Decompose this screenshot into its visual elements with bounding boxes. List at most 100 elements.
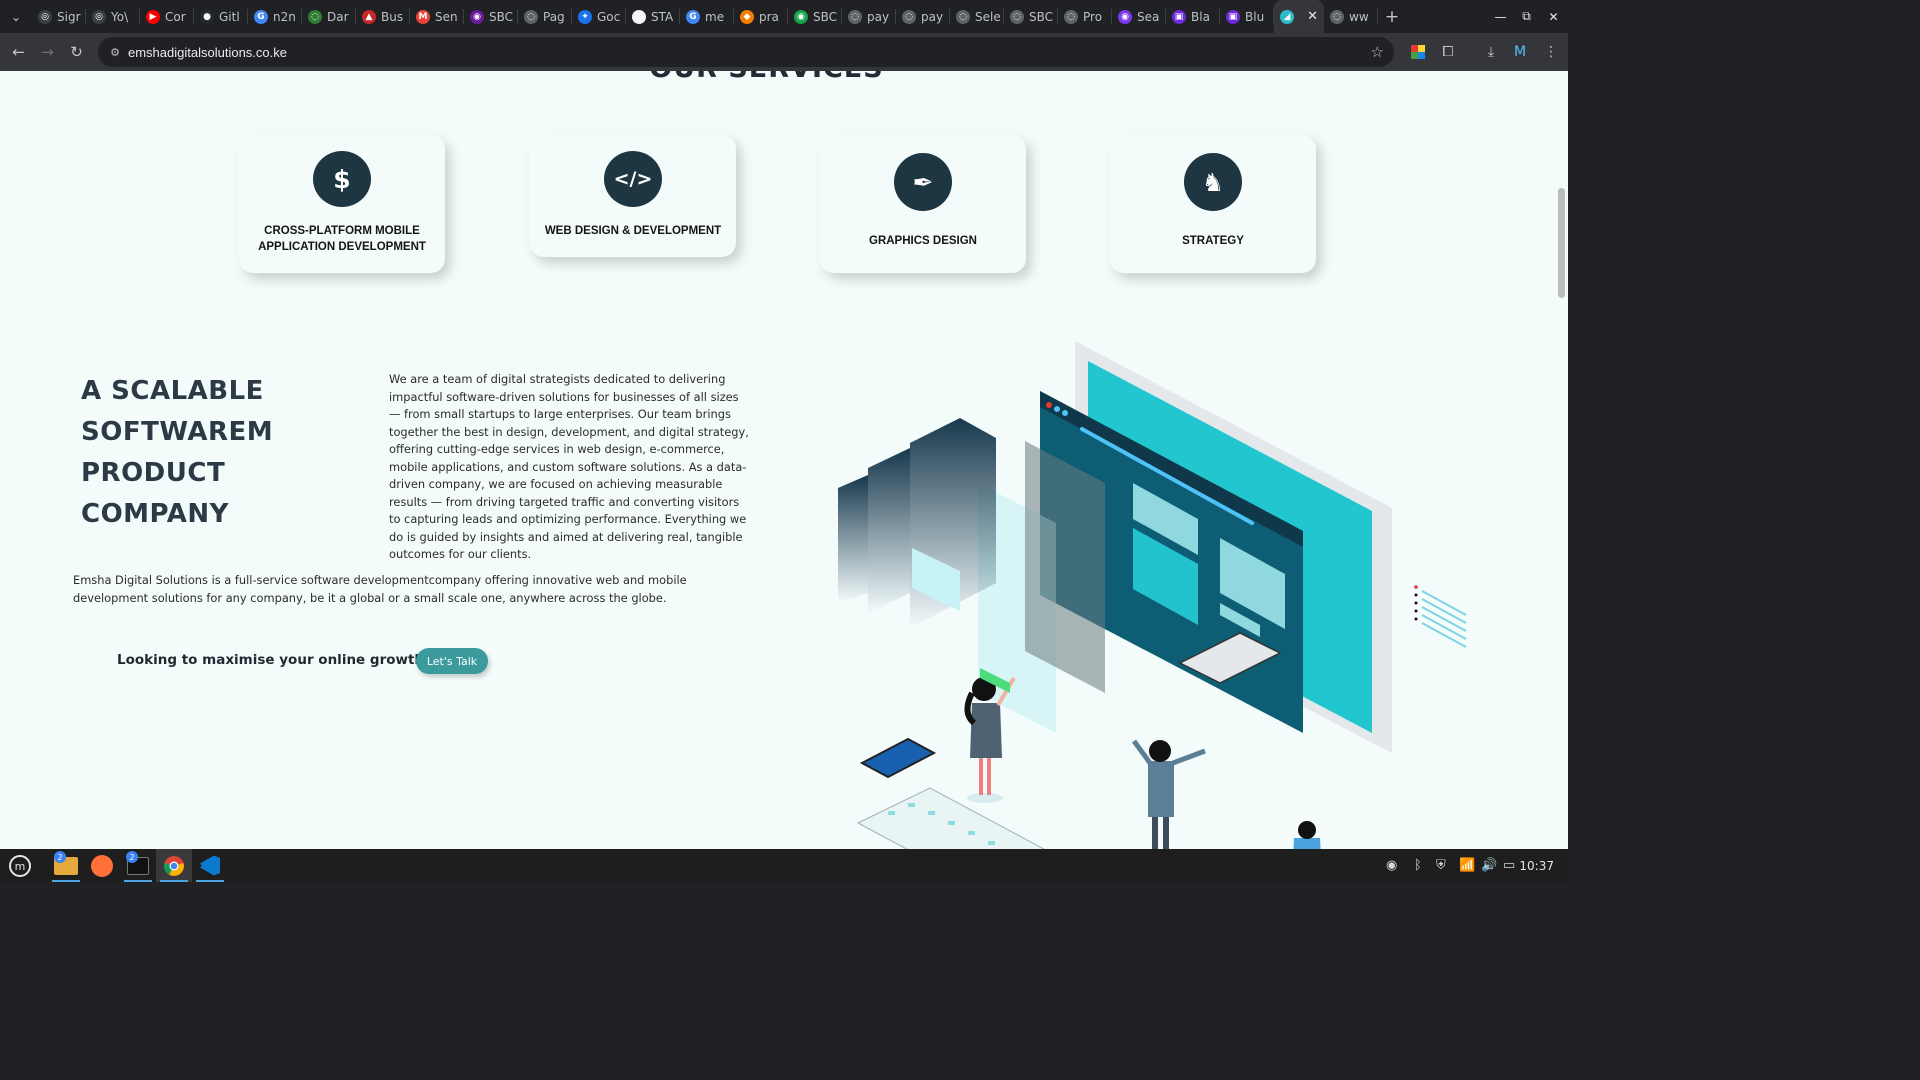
service-card-mobile[interactable]: $ CROSS-PLATFORM MOBILE APPLICATION DEVE… [239, 135, 445, 273]
tab-title: STA [651, 9, 674, 24]
back-icon[interactable]: ← [4, 33, 33, 71]
bluetooth-tray-icon[interactable]: ᛒ [1414, 849, 1422, 882]
bookmark-star-icon[interactable]: ☆ [1371, 43, 1384, 61]
tab-title: pay [921, 9, 944, 24]
browser-tab[interactable]: ◉ Sea [1112, 0, 1166, 33]
browser-tab[interactable]: M Sen [410, 0, 464, 33]
browser-tab[interactable]: ◉ SBC [788, 0, 842, 33]
browser-tab[interactable]: ◌ Sele [950, 0, 1004, 33]
company-headline: A SCALABLE SOFTWAREM PRODUCT COMPANY [81, 371, 273, 535]
browser-tab-bar: ⌄ ◎ Sigr ◎ Yo\ ▶ Cor ● Gitl Gn2n ◌ Dar ▲ Bus M Sen ◉ SBC… [0, 0, 1568, 33]
browser-toolbar: ← → ↻ ⚙ emshadigitalsolutions.co.ke ☆ ⧠ … [0, 33, 1568, 71]
wifi-tray-icon[interactable]: 📶 [1459, 849, 1475, 882]
page-viewport: OUR SERVICES $ CROSS-PLATFORM MOBILE APP… [0, 71, 1568, 849]
shield-tray-icon[interactable]: ⛨ [1436, 849, 1446, 882]
firefox-app-icon[interactable] [84, 849, 120, 882]
svg-text:m: m [15, 860, 26, 873]
scrollbar-thumb[interactable] [1558, 188, 1565, 298]
github-icon: ● [200, 9, 214, 24]
close-window-icon[interactable]: ✕ [1540, 0, 1567, 33]
minimize-icon[interactable]: — [1487, 0, 1514, 33]
browser-tab[interactable]: ◢ ✕ [1274, 0, 1324, 33]
tab-title: n2n [273, 9, 296, 24]
tab-title: Bus [381, 9, 404, 24]
tab-search-icon[interactable]: ⌄ [0, 0, 32, 33]
close-tab-icon[interactable]: ✕ [1307, 9, 1318, 24]
chrome-app-icon[interactable] [156, 849, 192, 882]
copilot-icon: ◉ [1118, 9, 1132, 24]
browser-tab[interactable]: Gn2n [248, 0, 302, 33]
terminal-app-icon[interactable]: 2 [120, 849, 156, 882]
restore-icon[interactable]: ⧉ [1513, 0, 1540, 33]
browser-tab[interactable]: ◎ Yo\ [86, 0, 140, 33]
blackbox-icon: ▣ [1226, 9, 1240, 24]
browser-tab[interactable]: ▣ Bla [1166, 0, 1220, 33]
code-icon: </> [604, 151, 662, 207]
tab-title: Gitl [219, 9, 240, 24]
about-paragraph: We are a team of digital strategists ded… [389, 372, 749, 561]
browser-tab[interactable]: ✦ Goc [572, 0, 626, 33]
browser-tab[interactable]: ▣ Blu [1220, 0, 1274, 33]
tab-title: Sele [975, 9, 1001, 24]
page-scrollbar[interactable] [1556, 71, 1568, 849]
openai-icon: ◎ [92, 9, 106, 24]
browser-tab[interactable]: ◌ pay [842, 0, 896, 33]
tab-title: Bla [1191, 9, 1210, 24]
youtube-icon: ▶ [146, 9, 160, 24]
globe-icon: ◌ [1330, 9, 1344, 24]
profile-m-icon[interactable]: M [1509, 41, 1531, 63]
sbc-green-icon: ◉ [794, 9, 808, 24]
discord-tray-icon[interactable]: ◉ [1386, 849, 1397, 882]
download-icon[interactable]: ⤓ [1480, 41, 1502, 63]
google-icon: G [254, 9, 268, 24]
browser-tab[interactable]: ◌ pay [896, 0, 950, 33]
reload-icon[interactable]: ↻ [62, 33, 91, 71]
site-info-icon[interactable]: ⚙ [102, 46, 128, 59]
browser-tab[interactable]: ◌ STA [626, 0, 680, 33]
service-card-web[interactable]: </> WEB DESIGN & DEVELOPMENT [530, 135, 736, 257]
volume-tray-icon[interactable]: 🔊 [1481, 849, 1497, 882]
growth-prompt: Looking to maximise your online growth? [117, 652, 432, 668]
isometric-tech-illustration [838, 341, 1467, 849]
extensions-puzzle-icon[interactable]: ⧠ [1437, 41, 1459, 63]
browser-tab[interactable]: Gme [680, 0, 734, 33]
battery-tray-icon[interactable]: ▭ [1503, 849, 1515, 882]
forward-icon[interactable]: → [33, 33, 62, 71]
tab-title: Yo\ [111, 9, 129, 24]
tab-title: SBC [813, 9, 838, 24]
clock[interactable]: 10:37 [1519, 849, 1554, 882]
tab-title: me [705, 9, 725, 24]
globe-icon: ◌ [956, 9, 970, 24]
browser-tab[interactable]: ◆ pra [734, 0, 788, 33]
browser-tab[interactable]: ● Gitl [194, 0, 248, 33]
color-picker-extension-icon[interactable] [1407, 41, 1429, 63]
blackbox-icon: ▣ [1172, 9, 1186, 24]
browser-tab[interactable]: ▲ Bus [356, 0, 410, 33]
browser-tab[interactable]: ◌ Pag [518, 0, 572, 33]
files-app-icon[interactable]: 2 [48, 849, 84, 882]
browser-tab[interactable]: ◌ Dar [302, 0, 356, 33]
service-card-graphics[interactable]: ✒ GRAPHICS DESIGN [820, 135, 1026, 273]
mint-menu-icon[interactable]: m [2, 849, 38, 882]
vscode-app-icon[interactable] [192, 849, 228, 882]
chess-knight-icon: ♞ [1184, 153, 1242, 211]
lets-talk-button[interactable]: Let's Talk [416, 648, 488, 674]
browser-menu-icon[interactable]: ⋮ [1540, 41, 1562, 63]
browser-tab[interactable]: ◌ ww [1324, 0, 1378, 33]
service-card-strategy[interactable]: ♞ STRATEGY [1110, 135, 1316, 273]
service-label: WEB DESIGN & DEVELOPMENT [544, 225, 722, 237]
browser-tab[interactable]: ◉ SBC [464, 0, 518, 33]
globe-icon: ◌ [1064, 9, 1078, 24]
tab-title: pay [867, 9, 890, 24]
browser-tab[interactable]: ▶ Cor [140, 0, 194, 33]
headline-line: PRODUCT [81, 458, 226, 488]
url-text[interactable]: emshadigitalsolutions.co.ke [128, 45, 287, 60]
sta-icon: ◌ [632, 9, 646, 24]
tab-title: Pag [543, 9, 565, 24]
browser-tab[interactable]: ◌ SBC [1004, 0, 1058, 33]
new-tab-button[interactable]: + [1378, 0, 1406, 33]
browser-tab[interactable]: ◌ Pro [1058, 0, 1112, 33]
address-bar[interactable]: ⚙ emshadigitalsolutions.co.ke ☆ [98, 37, 1394, 67]
globe-icon: ◌ [1010, 9, 1024, 24]
browser-tab[interactable]: ◎ Sigr [32, 0, 86, 33]
